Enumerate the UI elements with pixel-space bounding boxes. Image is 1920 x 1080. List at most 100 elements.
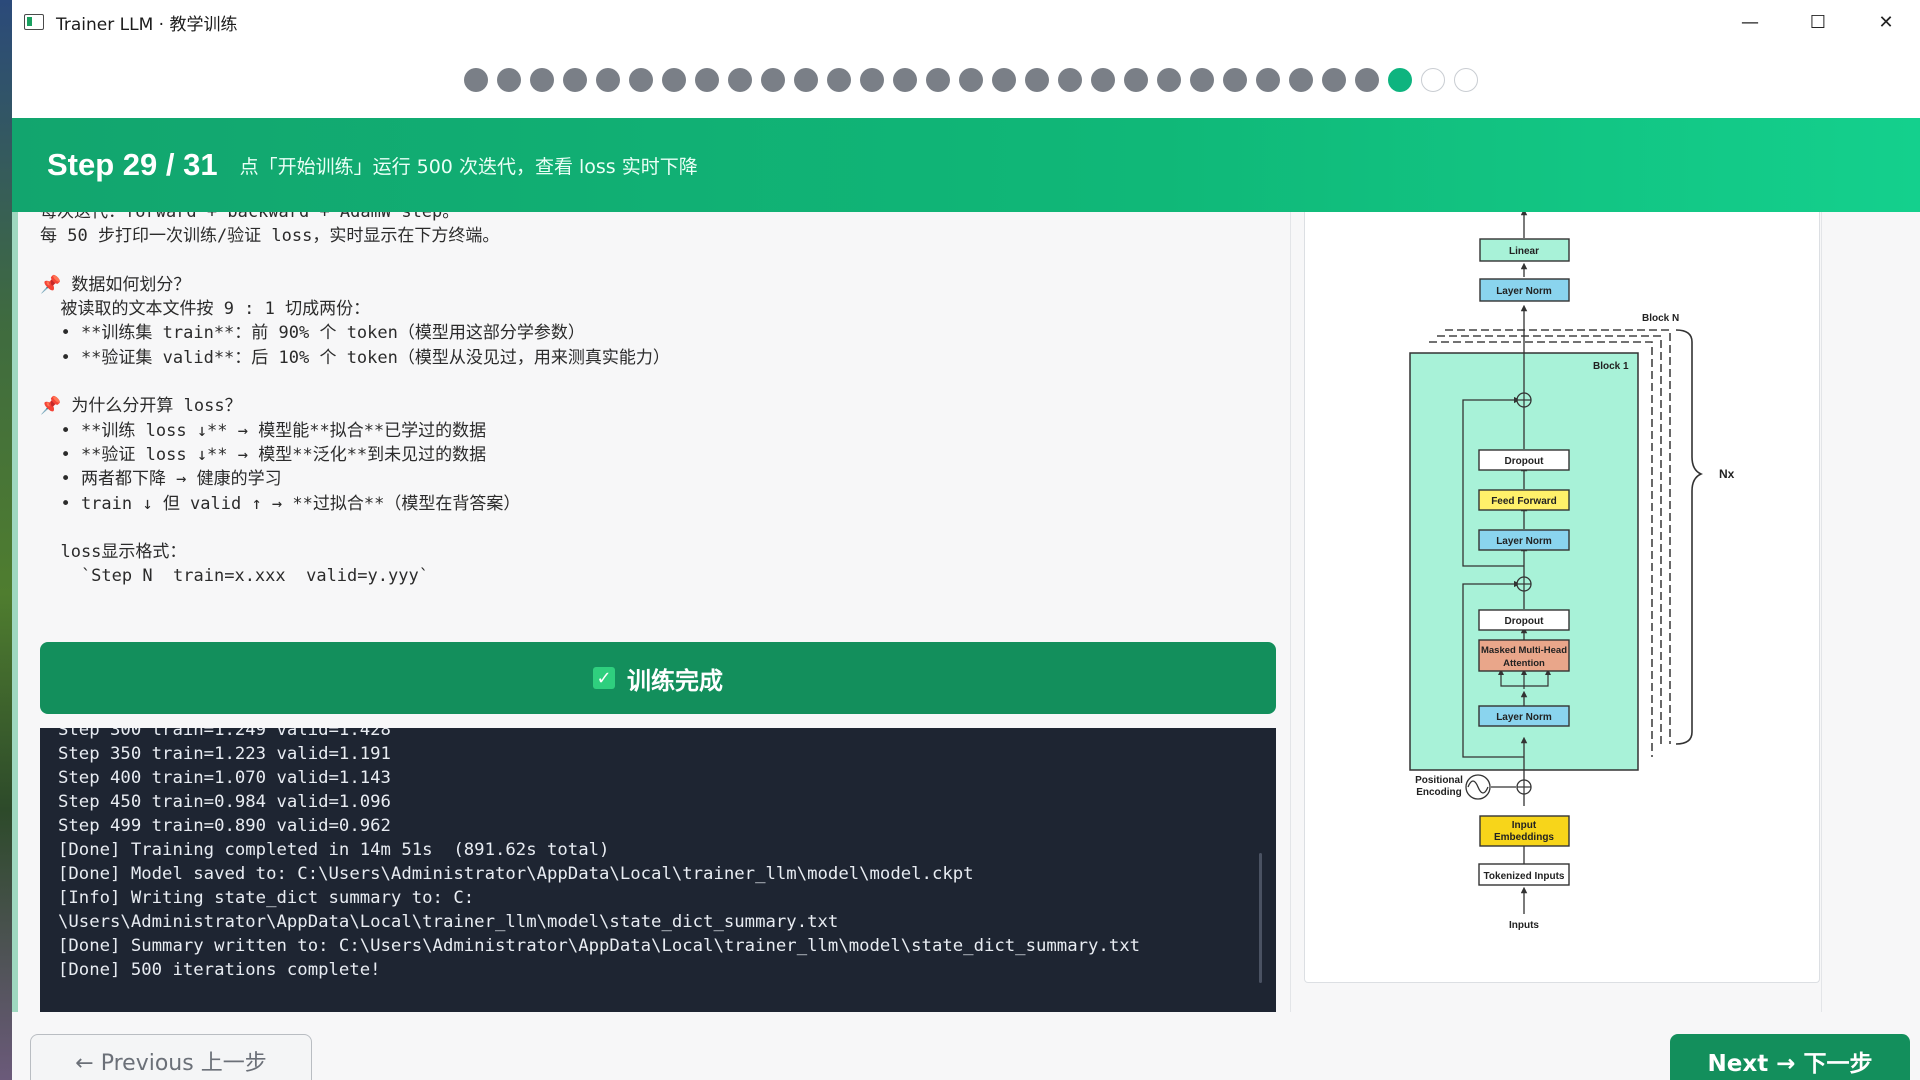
explanation-line: 为什么分开算 loss？ bbox=[71, 396, 242, 417]
input-embeddings-label-1: Input bbox=[1512, 820, 1537, 831]
step-dots bbox=[464, 68, 1478, 92]
transformer-diagram: Block N Block 1 Positional Encoding Line… bbox=[1304, 208, 1820, 983]
explanation-line: loss显示格式： bbox=[60, 542, 187, 563]
minimize-button[interactable]: — bbox=[1716, 0, 1784, 44]
dropout-top-label: Dropout bbox=[1505, 456, 1545, 467]
mid-layer-norm-label: Layer Norm bbox=[1496, 536, 1552, 547]
step-dot[interactable] bbox=[1322, 68, 1346, 92]
terminal-line: Step 300 train=1.249 valid=1.428 bbox=[58, 728, 391, 740]
block-1-label: Block 1 bbox=[1593, 361, 1629, 372]
terminal-line: Step 350 train=1.223 valid=1.191 bbox=[58, 744, 391, 764]
diagram-pane: Block N Block 1 Positional Encoding Line… bbox=[1290, 208, 1920, 1013]
step-dot[interactable] bbox=[530, 68, 554, 92]
step-dot[interactable] bbox=[1091, 68, 1115, 92]
step-dot[interactable] bbox=[728, 68, 752, 92]
step-dot[interactable] bbox=[1388, 68, 1412, 92]
desktop-background bbox=[0, 0, 12, 1080]
bottom-layer-norm-label: Layer Norm bbox=[1496, 712, 1552, 723]
feed-forward-label: Feed Forward bbox=[1491, 496, 1557, 507]
step-dot[interactable] bbox=[563, 68, 587, 92]
terminal-line: [Done] 500 iterations complete! bbox=[58, 960, 381, 980]
training-complete-button[interactable]: ✓ 训练完成 bbox=[40, 642, 1276, 714]
step-dot[interactable] bbox=[1025, 68, 1049, 92]
positional-label-1: Positional bbox=[1415, 775, 1463, 786]
step-dot[interactable] bbox=[1289, 68, 1313, 92]
step-dot[interactable] bbox=[1124, 68, 1148, 92]
explanation-line: 每 50 步打印一次训练/验证 loss，实时显示在下方终端。 bbox=[40, 226, 500, 247]
step-dot[interactable] bbox=[596, 68, 620, 92]
check-icon: ✓ bbox=[593, 667, 615, 689]
attention-label-1: Masked Multi-Head bbox=[1481, 645, 1567, 656]
terminal-line: [Done] Model saved to: C:\Users\Administ… bbox=[58, 864, 974, 884]
terminal-output[interactable]: Step 300 train=1.249 valid=1.428 Step 35… bbox=[40, 728, 1276, 1012]
next-button[interactable]: Next → 下一步 bbox=[1670, 1034, 1910, 1080]
positional-label-2: Encoding bbox=[1416, 787, 1462, 798]
terminal-line: [Info] Writing state_dict summary to: C: bbox=[58, 888, 475, 908]
explanation-line: • 两者都下降 → 健康的学习 bbox=[60, 469, 282, 490]
step-dot[interactable] bbox=[893, 68, 917, 92]
attention-label-2: Attention bbox=[1503, 658, 1545, 669]
step-dot[interactable] bbox=[1157, 68, 1181, 92]
instruction-pane: 每次迭代：forward + backward + AdamW step。 每 … bbox=[40, 212, 1290, 1012]
pin-icon: 📌 bbox=[40, 396, 62, 417]
linear-label: Linear bbox=[1509, 246, 1539, 257]
step-dot[interactable] bbox=[794, 68, 818, 92]
step-dot[interactable] bbox=[992, 68, 1016, 92]
explanation-text: 每次迭代：forward + backward + AdamW step。 每 … bbox=[40, 212, 1290, 620]
step-dot[interactable] bbox=[926, 68, 950, 92]
step-dot[interactable] bbox=[695, 68, 719, 92]
window-controls: — ☐ ✕ bbox=[1716, 0, 1920, 44]
terminal-line: Step 499 train=0.890 valid=0.962 bbox=[58, 816, 391, 836]
step-dot[interactable] bbox=[1058, 68, 1082, 92]
step-dot[interactable] bbox=[959, 68, 983, 92]
app-window: Trainer LLM · 教学训练 — ☐ ✕ Step 29 / 31 点「… bbox=[12, 0, 1920, 1080]
step-description: 点「开始训练」运行 500 次迭代，查看 loss 实时下降 bbox=[239, 155, 698, 178]
pin-icon: 📌 bbox=[40, 274, 62, 295]
repeat-label: Nx bbox=[1719, 467, 1735, 481]
explanation-line: 数据如何划分？ bbox=[71, 274, 191, 295]
step-dot[interactable] bbox=[1421, 68, 1445, 92]
terminal-scrollbar[interactable] bbox=[1259, 853, 1262, 983]
app-icon bbox=[24, 14, 44, 30]
terminal-line: Step 400 train=1.070 valid=1.143 bbox=[58, 768, 391, 788]
explanation-line: • **训练 loss ↓** → 模型能**拟合**已学过的数据 bbox=[60, 420, 487, 441]
input-embeddings-label-2: Embeddings bbox=[1494, 832, 1554, 843]
step-dot[interactable] bbox=[464, 68, 488, 92]
step-dot[interactable] bbox=[1190, 68, 1214, 92]
step-dot[interactable] bbox=[827, 68, 851, 92]
repeat-brace bbox=[1675, 329, 1703, 745]
explanation-line: `Step N train=x.xxx valid=y.yyy` bbox=[80, 566, 429, 587]
close-button[interactable]: ✕ bbox=[1852, 0, 1920, 44]
left-accent-bar bbox=[12, 212, 18, 1022]
dropout-bottom-label: Dropout bbox=[1505, 616, 1545, 627]
step-dot[interactable] bbox=[629, 68, 653, 92]
navigation-bar: ← Previous 上一步 Next → 下一步 bbox=[12, 1012, 1920, 1080]
tokenized-inputs-label: Tokenized Inputs bbox=[1484, 871, 1565, 882]
training-complete-label: 训练完成 bbox=[627, 666, 723, 695]
step-dot[interactable] bbox=[1454, 68, 1478, 92]
explanation-line: 被读取的文本文件按 9 : 1 切成两份： bbox=[60, 299, 371, 320]
step-title: Step 29 / 31 bbox=[47, 147, 218, 182]
step-dot[interactable] bbox=[1256, 68, 1280, 92]
previous-button[interactable]: ← Previous 上一步 bbox=[30, 1034, 312, 1080]
maximize-button[interactable]: ☐ bbox=[1784, 0, 1852, 44]
step-progress bbox=[12, 44, 1920, 118]
explanation-line: • **验证 loss ↓** → 模型**泛化**到未见过的数据 bbox=[60, 444, 487, 465]
inputs-label: Inputs bbox=[1509, 920, 1539, 931]
explanation-line: 每次迭代：forward + backward + AdamW step。 bbox=[40, 212, 460, 222]
explanation-line: • train ↓ 但 valid ↑ → **过拟合**（模型在背答案） bbox=[60, 493, 521, 514]
explanation-line: • **验证集 valid**：后 10% 个 token（模型从没见过，用来测… bbox=[60, 347, 670, 368]
step-dot[interactable] bbox=[1355, 68, 1379, 92]
step-dot[interactable] bbox=[761, 68, 785, 92]
title-bar: Trainer LLM · 教学训练 — ☐ ✕ bbox=[12, 0, 1920, 44]
terminal-line: Step 450 train=0.984 valid=1.096 bbox=[58, 792, 391, 812]
transformer-diagram-svg: Block N Block 1 Positional Encoding Line… bbox=[1409, 208, 1735, 931]
step-dot[interactable] bbox=[1223, 68, 1247, 92]
step-dot[interactable] bbox=[662, 68, 686, 92]
step-dot[interactable] bbox=[860, 68, 884, 92]
terminal-log: Step 300 train=1.249 valid=1.428 Step 35… bbox=[58, 728, 1140, 982]
window-title: Trainer LLM · 教学训练 bbox=[56, 14, 238, 35]
terminal-line: \Users\Administrator\AppData\Local\train… bbox=[58, 912, 839, 932]
step-dot[interactable] bbox=[497, 68, 521, 92]
step-header: Step 29 / 31 点「开始训练」运行 500 次迭代，查看 loss 实… bbox=[12, 118, 1920, 212]
